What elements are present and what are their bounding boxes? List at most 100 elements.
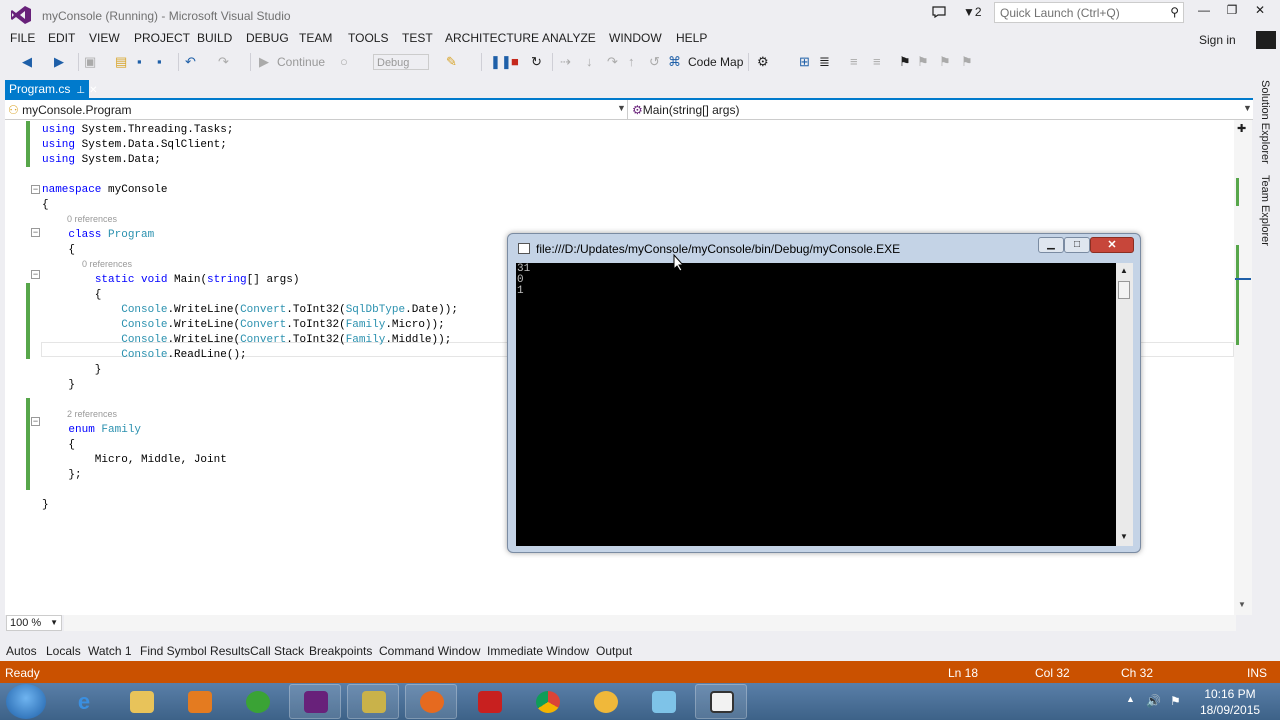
step-over-icon[interactable]: ↷ <box>607 54 618 70</box>
account-icon[interactable] <box>1256 31 1276 49</box>
back-icon[interactable]: ◀ <box>22 54 32 70</box>
menu-window[interactable]: WINDOW <box>609 31 662 45</box>
taskbar-internet-explorer[interactable]: e <box>57 684 109 719</box>
minimize-button[interactable]: — <box>1192 3 1216 21</box>
menu-tools[interactable]: TOOLS <box>348 31 388 45</box>
console-output-area[interactable]: 31 0 1 <box>516 263 1116 546</box>
taskbar-acrobat[interactable] <box>463 684 515 719</box>
taskbar-flower-app[interactable] <box>579 684 631 719</box>
stop-icon[interactable]: ■ <box>511 54 519 70</box>
codelens-references[interactable]: 0 references <box>42 259 132 269</box>
tab-find-symbol-results[interactable]: Find Symbol Results <box>140 644 250 658</box>
step-out-icon[interactable]: ↑ <box>628 54 635 70</box>
tab-call-stack[interactable]: Call Stack <box>250 644 304 658</box>
menu-file[interactable]: FILE <box>10 31 35 45</box>
menu-analyze[interactable]: ANALYZE <box>542 31 596 45</box>
sign-in-link[interactable]: Sign in <box>1199 33 1236 47</box>
tab-program-cs[interactable]: Program.cs ⊥ ✕ <box>5 80 97 98</box>
undo-icon[interactable]: ↶ <box>185 54 196 70</box>
taskbar-network-tool[interactable] <box>347 684 399 719</box>
codelens-references[interactable]: 0 references <box>42 214 117 224</box>
console-close-button[interactable]: ✕ <box>1090 237 1134 253</box>
taskbar-visual-studio[interactable] <box>289 684 341 719</box>
menu-project[interactable]: PROJECT <box>134 31 190 45</box>
taskbar-console-window[interactable] <box>695 684 747 719</box>
hex-display-icon[interactable]: ⚙ <box>757 54 769 70</box>
code-map-button[interactable]: Code Map <box>688 54 743 70</box>
menu-test[interactable]: TEST <box>402 31 433 45</box>
continue-button[interactable]: Continue <box>277 54 325 70</box>
volume-icon[interactable]: 🔊 <box>1146 694 1161 708</box>
notifications-icon[interactable] <box>932 6 946 18</box>
outline-collapse-toggle[interactable]: − <box>31 228 40 237</box>
continue-icon[interactable]: ▶ <box>259 54 269 70</box>
threads-icon[interactable]: ⊞ <box>799 54 810 70</box>
chevron-down-icon[interactable]: ▼ <box>1243 103 1252 113</box>
menu-help[interactable]: HELP <box>676 31 707 45</box>
tab-watch-1[interactable]: Watch 1 <box>88 644 132 658</box>
save-icon[interactable]: ▪ <box>137 54 142 70</box>
uncomment-icon[interactable]: ≡ <box>873 54 881 70</box>
console-window[interactable]: file:///D:/Updates/myConsole/myConsole/b… <box>507 233 1141 553</box>
stack-frame-icon[interactable]: ≣ <box>819 54 830 70</box>
feedback-filter[interactable]: ▼2 <box>963 5 982 19</box>
taskbar-green-app[interactable] <box>231 684 283 719</box>
start-button[interactable] <box>6 684 46 719</box>
prev-bookmark-icon[interactable]: ⚑ <box>917 54 929 70</box>
save-all-icon[interactable]: ▪ <box>157 54 162 70</box>
scroll-down-icon[interactable]: ▼ <box>1120 532 1128 541</box>
outline-collapse-toggle[interactable]: − <box>31 417 40 426</box>
editor-horizontal-scrollbar[interactable] <box>64 615 1236 631</box>
scroll-down-icon[interactable]: ▼ <box>1238 600 1246 609</box>
menu-team[interactable]: TEAM <box>299 31 332 45</box>
forward-icon[interactable]: ▶ <box>54 54 64 70</box>
pin-icon[interactable]: ⊥ <box>76 85 85 96</box>
taskbar-chrome[interactable] <box>521 684 573 719</box>
attach-icon[interactable]: ○ <box>340 54 348 70</box>
comment-icon[interactable]: ≡ <box>850 54 858 70</box>
tab-solution-explorer[interactable]: Solution Explorer <box>1259 80 1271 164</box>
console-scrollbar[interactable]: ▲ ▼ <box>1116 263 1133 546</box>
menu-architecture[interactable]: ARCHITECTURE <box>445 31 539 45</box>
close-tab-icon[interactable]: ✕ <box>89 85 97 96</box>
scroll-thumb[interactable] <box>1118 281 1130 299</box>
show-hidden-icons[interactable]: ▲ <box>1126 694 1135 704</box>
step-into-icon[interactable]: ↓ <box>586 54 593 70</box>
member-dropdown[interactable]: ⚙Main(string[] args) <box>632 103 739 117</box>
taskbar-blue-app[interactable] <box>637 684 689 719</box>
scroll-up-icon[interactable]: ▲ <box>1120 266 1128 275</box>
tab-autos[interactable]: Autos <box>6 644 37 658</box>
console-maximize-button[interactable]: □ <box>1064 237 1090 253</box>
split-icon[interactable]: ✚ <box>1237 122 1246 135</box>
configuration-select[interactable]: Debug <box>373 54 429 70</box>
outline-collapse-toggle[interactable]: − <box>31 185 40 194</box>
restart-icon[interactable]: ↻ <box>531 54 542 70</box>
taskbar-file-explorer[interactable] <box>115 684 167 719</box>
find-icon[interactable]: ✎ <box>446 54 457 70</box>
menu-debug[interactable]: DEBUG <box>246 31 289 45</box>
next-bookmark-icon[interactable]: ⚑ <box>939 54 951 70</box>
system-clock[interactable]: 10:16 PM 18/09/2015 <box>1200 686 1260 718</box>
new-project-icon[interactable]: ▣ <box>84 54 96 70</box>
editor-vertical-scrollbar[interactable]: ✚ ▼ <box>1234 120 1252 615</box>
tab-output[interactable]: Output <box>596 644 632 658</box>
menu-view[interactable]: VIEW <box>89 31 120 45</box>
clear-bookmarks-icon[interactable]: ⚑ <box>961 54 973 70</box>
code-text[interactable]: using System.Threading.Tasks; using Syst… <box>42 123 458 513</box>
menu-build[interactable]: BUILD <box>197 31 232 45</box>
outline-collapse-toggle[interactable]: − <box>31 270 40 279</box>
type-dropdown[interactable]: ⚇ myConsole.Program <box>8 103 131 117</box>
bookmark-icon[interactable]: ⚑ <box>899 54 911 70</box>
open-file-icon[interactable]: ▤ <box>115 54 127 70</box>
quick-launch-input[interactable]: Quick Launch (Ctrl+Q) ⚲ <box>994 2 1184 23</box>
tab-command-window[interactable]: Command Window <box>379 644 480 658</box>
menu-edit[interactable]: EDIT <box>48 31 75 45</box>
console-minimize-button[interactable]: ▁ <box>1038 237 1064 253</box>
codelens-references[interactable]: 2 references <box>42 409 117 419</box>
code-map-icon[interactable]: ⌘ <box>668 54 681 70</box>
network-icon[interactable]: ⚑ <box>1170 694 1181 708</box>
tab-team-explorer[interactable]: Team Explorer <box>1259 175 1271 246</box>
chevron-down-icon[interactable]: ▼ <box>617 103 626 113</box>
tab-breakpoints[interactable]: Breakpoints <box>309 644 372 658</box>
close-button[interactable]: ✕ <box>1248 3 1272 21</box>
